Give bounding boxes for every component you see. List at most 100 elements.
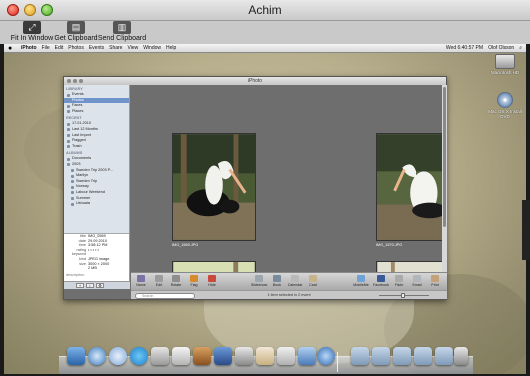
card-icon bbox=[309, 275, 317, 282]
system-preferences-icon[interactable] bbox=[235, 347, 253, 365]
facebook-icon bbox=[377, 275, 385, 282]
clock[interactable]: Wed 6:40:57 PM bbox=[446, 45, 483, 51]
quicktime-icon[interactable] bbox=[317, 347, 335, 365]
info-icon bbox=[137, 275, 145, 282]
mobileme-icon bbox=[357, 275, 365, 282]
iphoto-titlebar: iPhoto bbox=[64, 77, 446, 85]
menu-window[interactable]: Window bbox=[143, 45, 161, 51]
photo-thumbnail[interactable] bbox=[172, 261, 256, 272]
window-title: Achim bbox=[248, 3, 282, 17]
action-button[interactable]: ⚙ bbox=[96, 283, 104, 288]
edit-icon bbox=[155, 275, 163, 282]
vertical-scrollbar[interactable] bbox=[442, 85, 447, 272]
mail-icon[interactable] bbox=[298, 347, 316, 365]
info-date[interactable]: 29.09.2010 bbox=[88, 239, 107, 243]
itunes-store-icon[interactable] bbox=[214, 347, 232, 365]
menu-photos[interactable]: Photos bbox=[68, 45, 84, 51]
toolbar-book[interactable]: Book bbox=[269, 275, 285, 287]
toolbar-rotate[interactable]: Rotate bbox=[168, 275, 184, 287]
safari-icon[interactable] bbox=[88, 347, 106, 365]
desktop-icon-hd[interactable]: Macintosh HD bbox=[488, 54, 522, 75]
flickr-icon bbox=[395, 275, 403, 282]
menu-help[interactable]: Help bbox=[166, 45, 176, 51]
pen-app-icon[interactable] bbox=[151, 347, 169, 365]
toolbar-flickr[interactable]: Flickr bbox=[391, 275, 407, 287]
preview-icon[interactable] bbox=[277, 347, 295, 365]
source-list: LIBRARY Events Photos Faces Places RECEN… bbox=[64, 85, 130, 289]
photo-caption: IMG_1569.JPG bbox=[172, 243, 199, 247]
pictures-folder-icon[interactable] bbox=[414, 347, 432, 365]
hard-drive-icon bbox=[495, 54, 515, 69]
clipboard-out-icon: ▥ bbox=[113, 21, 131, 34]
apple-icon[interactable]: ● bbox=[8, 45, 16, 52]
photo-thumbnail[interactable] bbox=[172, 133, 256, 241]
remote-menubar: ● iPhoto File Edit Photos Events Share V… bbox=[4, 44, 526, 53]
info-kind: JPEG image bbox=[88, 256, 110, 261]
toolbar-slideshow[interactable]: Slideshow bbox=[251, 275, 267, 287]
applications-folder-icon[interactable] bbox=[351, 347, 369, 365]
viewer-titlebar: Achim bbox=[0, 0, 530, 21]
downloads-folder-icon[interactable] bbox=[393, 347, 411, 365]
add-button[interactable]: + bbox=[76, 283, 84, 288]
menu-edit[interactable]: Edit bbox=[55, 45, 64, 51]
menu-events[interactable]: Events bbox=[89, 45, 104, 51]
remote-screen[interactable]: ● iPhoto File Edit Photos Events Share V… bbox=[4, 44, 526, 374]
rotate-icon bbox=[172, 275, 180, 282]
info-title[interactable]: IMG_0569 bbox=[88, 234, 106, 238]
skype-icon[interactable] bbox=[130, 347, 148, 365]
fit-window-icon: ⤢ bbox=[23, 21, 41, 34]
vnc-viewer: Achim ⤢ Fit In Window ▤ Get Clipboard ▥ … bbox=[0, 0, 530, 376]
toolbar-email[interactable]: Email bbox=[409, 275, 425, 287]
iphoto-window: iPhoto LIBRARY Events Photos Faces Place… bbox=[63, 76, 447, 300]
desktop-icon-dvd[interactable]: Mac OS X Install DVD bbox=[488, 92, 522, 119]
menu-share[interactable]: Share bbox=[109, 45, 122, 51]
toolbar-hide[interactable]: Hide bbox=[204, 275, 220, 287]
clipboard-in-icon: ▤ bbox=[67, 21, 85, 34]
calendar-dock-icon[interactable] bbox=[256, 347, 274, 365]
info-button[interactable]: i bbox=[86, 283, 94, 288]
photo-caption: IMG_1570.JPG bbox=[376, 243, 403, 247]
sidebar-item-album[interactable]: Ushuaia bbox=[64, 201, 129, 207]
toolbar-card[interactable]: Card bbox=[305, 275, 321, 287]
hide-icon bbox=[208, 275, 216, 282]
photo-browser[interactable]: IMG_1569.JPG IMG_1570.JPG bbox=[131, 85, 442, 272]
photo-thumbnail[interactable] bbox=[376, 261, 442, 272]
trash-icon[interactable] bbox=[454, 347, 468, 365]
toolbar-name[interactable]: Name bbox=[133, 275, 149, 287]
toolbar-facebook[interactable]: Facebook bbox=[373, 275, 389, 287]
status-bar: Search 1 item selected in 2 event bbox=[131, 290, 447, 299]
info-time[interactable]: 3:58:12 PM bbox=[88, 243, 107, 247]
menu-file[interactable]: File bbox=[42, 45, 50, 51]
toolbar-mobileme[interactable]: MobileMe bbox=[353, 275, 369, 287]
info-filesize: 2 MB bbox=[88, 266, 97, 271]
itunes-icon[interactable] bbox=[172, 347, 190, 365]
stack-folder-icon[interactable] bbox=[435, 347, 453, 365]
user-menu[interactable]: Olof Olsson bbox=[488, 45, 514, 51]
documents-folder-icon[interactable] bbox=[372, 347, 390, 365]
toolbar-calendar[interactable]: Calendar bbox=[287, 275, 303, 287]
toolbar-edit[interactable]: Edit bbox=[151, 275, 167, 287]
description-field[interactable]: description bbox=[64, 273, 129, 277]
info-size: 3000 × 2000 bbox=[88, 261, 110, 266]
viewer-side-handle bbox=[522, 200, 530, 260]
dock bbox=[59, 340, 473, 374]
zoom-slider-knob[interactable] bbox=[401, 293, 405, 298]
ichat-icon[interactable] bbox=[109, 347, 127, 365]
send-clipboard-button[interactable]: ▥ Send Clipboard bbox=[90, 21, 154, 42]
spotlight-icon[interactable]: ⌕ bbox=[519, 45, 522, 51]
iphoto-dock-icon[interactable] bbox=[193, 347, 211, 365]
sidebar-item-places[interactable]: Places bbox=[64, 109, 129, 115]
sidebar-item-trash[interactable]: Trash bbox=[64, 144, 129, 150]
photo-thumbnail[interactable] bbox=[376, 133, 442, 241]
menu-app[interactable]: iPhoto bbox=[21, 45, 37, 51]
email-icon bbox=[413, 275, 421, 282]
print-icon bbox=[431, 275, 439, 282]
toolbar-flag[interactable]: Flag bbox=[186, 275, 202, 287]
slideshow-icon bbox=[255, 275, 263, 282]
flag-icon bbox=[190, 275, 198, 282]
info-rating[interactable]: • • • • • bbox=[88, 248, 99, 252]
toolbar-print[interactable]: Print bbox=[427, 275, 443, 287]
book-icon bbox=[273, 275, 281, 282]
finder-icon[interactable] bbox=[67, 347, 85, 365]
menu-view[interactable]: View bbox=[127, 45, 138, 51]
